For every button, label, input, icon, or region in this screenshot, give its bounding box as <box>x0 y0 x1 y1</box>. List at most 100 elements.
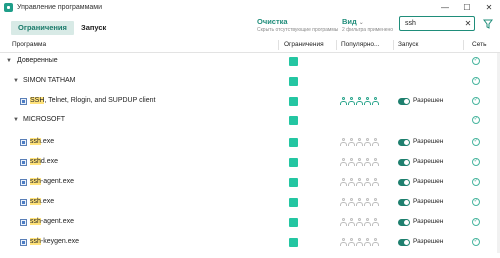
window-title: Управление программами <box>17 4 103 11</box>
search-highlight: ssh <box>30 218 41 225</box>
person-icon <box>364 238 371 247</box>
program-name-rest: .exe <box>40 138 55 145</box>
restriction-indicator[interactable] <box>289 57 298 66</box>
restriction-indicator[interactable] <box>289 218 298 227</box>
launch-status: Разрешен <box>413 97 444 104</box>
column-program[interactable]: Программа <box>12 38 46 52</box>
network-check-icon[interactable]: ✓ <box>472 97 480 105</box>
restriction-indicator[interactable] <box>289 138 298 147</box>
network-check-icon[interactable]: ✓ <box>472 218 480 226</box>
program-icon <box>20 179 27 186</box>
person-icon <box>372 218 379 227</box>
program-icon <box>20 159 27 166</box>
network-check-icon[interactable]: ✓ <box>472 57 480 65</box>
restriction-indicator[interactable] <box>289 116 298 125</box>
view-title: Вид <box>342 17 357 26</box>
restriction-indicator[interactable] <box>289 77 298 86</box>
launch-toggle[interactable] <box>398 179 410 186</box>
launch-status: Разрешен <box>413 158 444 165</box>
popularity-rating <box>340 238 379 247</box>
maximize-button[interactable]: ☐ <box>456 0 478 15</box>
program-name: sshd.exe <box>30 158 58 165</box>
person-icon <box>348 198 355 207</box>
clean-button[interactable]: Очистка Скрыть отсутствующие программы <box>257 17 338 33</box>
clear-search-icon[interactable]: ✕ <box>462 19 474 28</box>
restriction-indicator[interactable] <box>289 198 298 207</box>
person-icon <box>372 238 379 247</box>
network-check-icon[interactable]: ✓ <box>472 178 480 186</box>
group-row-microsoft[interactable]: ▼ MICROSOFT ✓ <box>0 112 500 132</box>
person-icon <box>356 178 363 187</box>
person-icon <box>340 158 347 167</box>
launch-status: Разрешен <box>413 218 444 225</box>
search-input[interactable]: ssh ✕ <box>399 16 475 31</box>
view-dropdown[interactable]: Вид ⌄ 2 фильтра применено <box>342 17 393 33</box>
person-icon <box>356 198 363 207</box>
clean-subtitle: Скрыть отсутствующие программы <box>257 27 339 33</box>
restriction-indicator[interactable] <box>289 238 298 247</box>
launch-toggle[interactable] <box>398 219 410 226</box>
person-icon <box>356 238 363 247</box>
network-check-icon[interactable]: ✓ <box>472 238 480 246</box>
search-highlight: ssh <box>30 198 41 205</box>
group-row-simon-tatham[interactable]: ▼ SIMON TATHAM ✓ <box>0 73 500 93</box>
column-launch[interactable]: Запуск <box>398 38 418 52</box>
person-icon <box>356 218 363 227</box>
table-row[interactable]: ssh-agent.exe Разрешен ✓ <box>0 173 500 193</box>
person-icon <box>356 138 363 147</box>
person-icon <box>348 178 355 187</box>
close-button[interactable]: ✕ <box>478 0 500 15</box>
network-check-icon[interactable]: ✓ <box>472 158 480 166</box>
launch-toggle[interactable] <box>398 239 410 246</box>
chevron-down-icon[interactable]: ▼ <box>13 78 19 84</box>
program-name: SSH, Telnet, Rlogin, and SUPDUP client <box>30 97 155 104</box>
group-row-trusted[interactable]: ▼ Доверенные ✓ <box>0 53 500 73</box>
table-row[interactable]: ssh-agent.exe Разрешен ✓ <box>0 213 500 233</box>
restriction-indicator[interactable] <box>289 97 298 106</box>
launch-toggle[interactable] <box>398 98 410 105</box>
popularity-rating <box>340 158 379 167</box>
search-highlight: ssh <box>30 138 41 145</box>
column-restrictions[interactable]: Ограничения <box>284 38 324 52</box>
table-row[interactable]: sshd.exe Разрешен ✓ <box>0 153 500 173</box>
person-icon <box>364 178 371 187</box>
program-name: ssh.exe <box>30 138 54 145</box>
person-icon <box>372 198 379 207</box>
network-check-icon[interactable]: ✓ <box>472 116 480 124</box>
person-icon <box>348 238 355 247</box>
table-row[interactable]: SSH, Telnet, Rlogin, and SUPDUP client Р… <box>0 92 500 112</box>
person-icon <box>372 138 379 147</box>
launch-status: Разрешен <box>413 238 444 245</box>
popularity-rating <box>340 138 379 147</box>
popularity-rating <box>340 178 379 187</box>
launch-toggle[interactable] <box>398 199 410 206</box>
person-icon <box>340 138 347 147</box>
program-icon <box>20 219 27 226</box>
person-icon <box>372 158 379 167</box>
minimize-button[interactable]: — <box>434 0 456 15</box>
column-network[interactable]: Сеть <box>472 38 486 52</box>
restriction-indicator[interactable] <box>289 178 298 187</box>
program-icon <box>20 98 27 105</box>
table-row[interactable]: ssh.exe Разрешен ✓ <box>0 133 500 153</box>
network-check-icon[interactable]: ✓ <box>472 198 480 206</box>
restriction-indicator[interactable] <box>289 158 298 167</box>
person-icon <box>356 97 363 106</box>
program-name: ssh.exe <box>30 198 54 205</box>
tab-launch[interactable]: Запуск <box>74 21 114 35</box>
launch-toggle[interactable] <box>398 159 410 166</box>
chevron-down-icon[interactable]: ▼ <box>13 117 19 123</box>
network-check-icon[interactable]: ✓ <box>472 138 480 146</box>
chevron-down-icon[interactable]: ▼ <box>6 58 12 64</box>
title-bar: Управление программами — ☐ ✕ <box>0 0 500 15</box>
launch-status: Разрешен <box>413 178 444 185</box>
table-row[interactable]: ssh-keygen.exe Разрешен ✓ <box>0 233 500 253</box>
person-icon <box>364 138 371 147</box>
column-popularity[interactable]: Популярно... <box>341 38 379 52</box>
network-check-icon[interactable]: ✓ <box>472 77 480 85</box>
table-row[interactable]: ssh.exe Разрешен ✓ <box>0 193 500 213</box>
tab-restrictions[interactable]: Ограничения <box>11 21 74 35</box>
filter-icon[interactable] <box>483 19 493 29</box>
launch-toggle[interactable] <box>398 139 410 146</box>
popularity-rating <box>340 97 379 106</box>
